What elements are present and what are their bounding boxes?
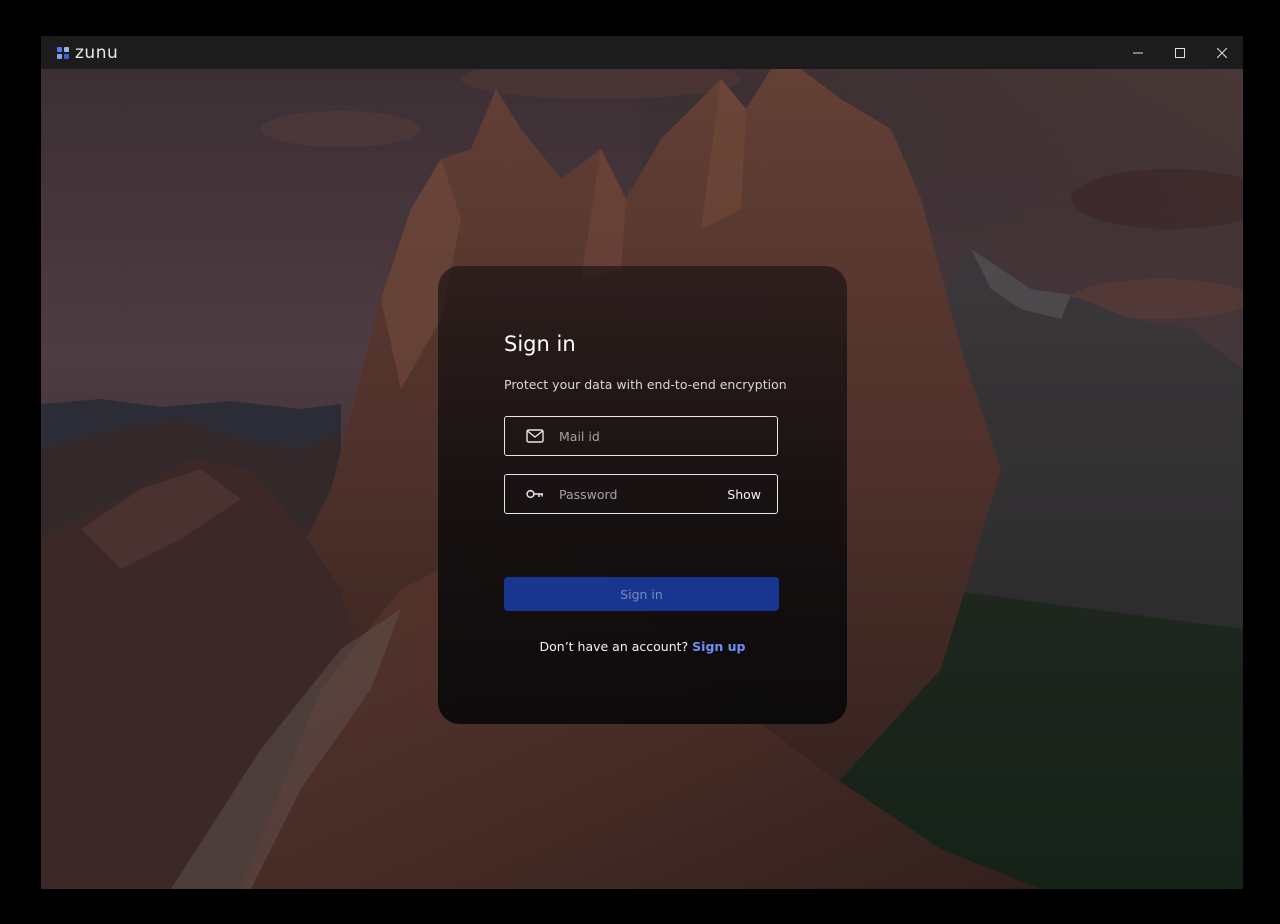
show-password-button[interactable]: Show (727, 487, 761, 502)
title-bar: zunu (41, 36, 1243, 69)
signin-button[interactable]: Sign in (504, 577, 779, 611)
signin-subtitle: Protect your data with end-to-end encryp… (504, 377, 787, 392)
password-field[interactable]: Show (504, 474, 778, 514)
maximize-icon (1175, 47, 1185, 58)
email-field[interactable] (504, 416, 778, 456)
password-input[interactable] (557, 485, 721, 503)
email-input[interactable] (557, 427, 721, 445)
app-name: zunu (75, 42, 119, 63)
signin-card: Sign in Protect your data with end-to-en… (438, 266, 847, 724)
zunu-logo-icon (57, 46, 69, 59)
window-controls (1117, 36, 1243, 69)
close-icon (1217, 47, 1227, 58)
close-button[interactable] (1201, 36, 1243, 69)
minimize-button[interactable] (1117, 36, 1159, 69)
signup-prompt: Don’t have an account? Sign up (438, 639, 847, 654)
mail-icon (525, 426, 545, 446)
signup-prompt-text: Don’t have an account? (539, 639, 693, 654)
signin-title: Sign in (504, 332, 576, 356)
maximize-button[interactable] (1159, 36, 1201, 69)
mountain-background-image: Sign in Protect your data with end-to-en… (41, 69, 1243, 889)
brand: zunu (57, 43, 118, 63)
minimize-icon (1133, 52, 1143, 53)
key-icon (525, 484, 545, 504)
app-window: zunu Sign in Protect your data with end-… (41, 36, 1243, 889)
signup-link[interactable]: Sign up (692, 639, 745, 654)
